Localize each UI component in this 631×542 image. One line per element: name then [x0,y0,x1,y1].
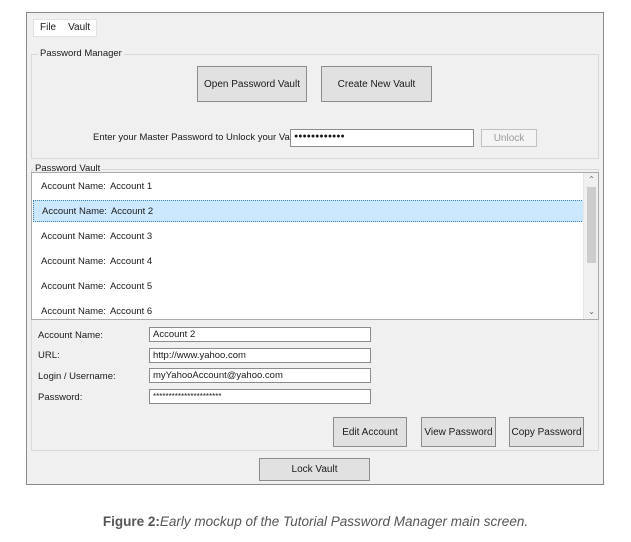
row-key-label: Account Name: [41,280,106,292]
unlock-button[interactable]: Unlock [481,129,537,147]
account-name-field[interactable]: Account 2 [149,327,371,342]
menu-bar: File Vault [33,19,98,37]
account-name: Account 2 [110,205,154,217]
caption-text: Early mockup of the Tutorial Password Ma… [159,514,529,529]
chevron-down-icon[interactable]: ⌄ [584,306,598,318]
scroll-thumb[interactable] [587,187,596,263]
list-item[interactable]: Account Name: Account 6 [33,300,584,319]
password-manager-group-label: Password Manager [38,48,124,60]
list-item[interactable]: Account Name: Account 3 [33,225,584,247]
caption-label: Figure 2: [102,514,160,529]
row-key-label: Account Name: [41,255,106,267]
row-key-label: Account Name: [42,205,107,217]
list-item[interactable]: Account Name: Account 1 [33,175,584,197]
list-item[interactable]: Account Name: Account 5 [33,275,584,297]
menu-file[interactable]: File [34,20,62,36]
chevron-up-icon[interactable]: ⌃ [584,174,598,186]
figure-caption: Figure 2:Early mockup of the Tutorial Pa… [0,514,631,529]
view-password-button[interactable]: View Password [421,417,496,447]
login-field[interactable]: myYahooAccount@yahoo.com [149,368,371,383]
url-field[interactable]: http://www.yahoo.com [149,348,371,363]
row-key-label: Account Name: [41,180,106,192]
create-vault-button[interactable]: Create New Vault [321,66,432,102]
login-label: Login / Username: [38,371,116,382]
account-name: Account 5 [109,280,153,292]
master-password-input[interactable]: ●●●●●●●●●●●● [290,129,474,147]
account-name: Account 1 [109,180,153,192]
account-name-label: Account Name: [38,330,103,341]
list-item-selected[interactable]: Account Name: Account 2 [33,200,584,222]
account-name: Account 4 [109,255,153,267]
open-vault-button[interactable]: Open Password Vault [197,66,307,102]
menu-vault[interactable]: Vault [62,20,96,36]
list-item[interactable]: Account Name: Account 4 [33,250,584,272]
lock-vault-button[interactable]: Lock Vault [259,458,370,481]
master-password-prompt: Enter your Master Password to Unlock you… [93,132,300,143]
copy-password-button[interactable]: Copy Password [509,417,584,447]
list-scrollbar[interactable]: ⌃ ⌄ [583,173,598,319]
app-window: File Vault Password Manager Open Passwor… [26,12,604,485]
row-key-label: Account Name: [41,230,106,242]
row-key-label: Account Name: [41,305,106,317]
password-label: Password: [38,392,83,403]
url-label: URL: [38,350,60,361]
password-field[interactable]: ********************** [149,389,371,404]
account-list[interactable]: Account Name: Account 1 Account Name: Ac… [31,172,599,320]
account-name: Account 3 [109,230,153,242]
edit-account-button[interactable]: Edit Account [333,417,407,447]
account-name: Account 6 [109,305,153,317]
